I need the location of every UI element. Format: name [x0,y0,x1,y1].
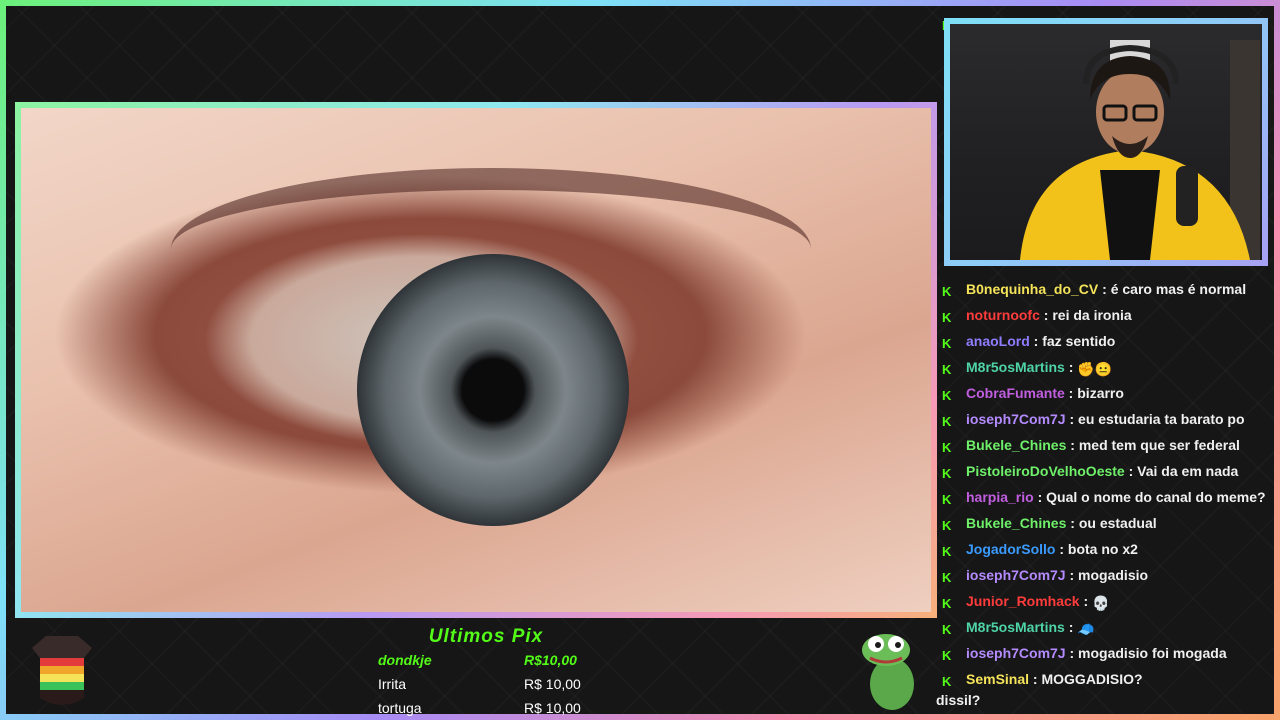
chat-message: Kioseph7Com7J : mogadisio foi mogada [942,640,1227,666]
kick-badge-icon: K [942,648,952,663]
latest-pix-panel: Ultimos Pix dondkje R$10,00 Irrita R$ 10… [366,626,606,718]
chat-message: Knoturnoofc : rei da ironia [942,302,1132,328]
chat-text: eu estudaria ta barato po [1078,411,1245,427]
chat-message: K PistoleiroDoVelhoOeste : Vai da em nada [942,458,1238,484]
kick-badge-icon: K [942,544,952,559]
eye-iris [357,254,629,526]
chat-text: MOGGADISIO? [1041,671,1143,687]
chat-text: med tem que ser federal [1078,437,1240,453]
chat-separator: : [1055,541,1068,557]
chat-message: Kioseph7Com7J : eu estudaria ta barato p… [942,406,1245,432]
chat-message: KanaoLord : faz sentido [942,328,1115,354]
pix-title: Ultimos Pix [428,626,544,647]
pix-value: R$ 10,00 [524,676,581,692]
chat-username[interactable]: B0nequinha_do_CV [966,281,1098,297]
chat-separator: : [1029,333,1043,349]
kick-badge-icon: K [942,492,952,507]
kick-badge-icon: K [942,466,952,481]
eye-closeup-video[interactable] [21,108,931,612]
kick-badge-icon: K [942,284,952,299]
chat-message: K Bukele_Chines : med tem que ser federal [942,432,1240,458]
main-video-frame [15,102,937,618]
chat-text: faz sentido [1042,333,1116,349]
kick-badge-icon: K [942,362,952,377]
kick-badge-icon: K [942,440,952,455]
streamer-silhouette [1020,40,1260,260]
chat-username[interactable]: PistoleiroDoVelhoOeste [966,463,1125,479]
pix-value: R$ 10,00 [524,700,581,716]
kick-badge-icon: K [942,596,952,611]
chat-separator: : [1065,645,1079,661]
kick-badge-icon: K [942,414,952,429]
chat-text: Vai da em nada [1137,463,1239,479]
chat-emote: 🧢 [1077,621,1095,637]
chat-separator: : [1064,619,1078,635]
chat-username[interactable]: Junior_Romhack [966,593,1080,609]
chat-message: K B0nequinha_do_CV : é caro mas é normal [942,276,1246,302]
stream-overlay-frame: Ultimos Pix dondkje R$10,00 Irrita R$ 10… [0,0,1280,720]
overlay-background: Ultimos Pix dondkje R$10,00 Irrita R$ 10… [6,6,1274,716]
rainbow-mascot-icon [32,636,92,705]
chat-text: bota no x2 [1067,541,1138,557]
chat-separator: : [1098,281,1111,297]
webcam-feed[interactable] [950,24,1262,260]
pix-header-name: dondkje [378,652,432,668]
chat-text: bizarro [1077,385,1124,401]
chat-text: rei da ironia [1052,307,1132,323]
chat-separator: : [1065,567,1079,583]
chat-separator: : [1065,411,1079,427]
chat-separator: : [1064,359,1078,375]
kick-badge-icon: K [942,310,952,325]
pix-name: tortuga [378,700,422,716]
webcam-frame [944,18,1268,266]
chat-username[interactable]: noturnoofc [966,307,1040,323]
chat-username[interactable]: ioseph7Com7J [966,411,1066,427]
pix-name: Irrita [378,676,406,692]
chat-message: K M8r5osMartins : 🧢 [942,614,1095,640]
chat-message: K JogadorSollo : bota no x2 [942,536,1138,562]
chat-separator: : [1039,307,1053,323]
chat-emote: 💀 [1092,595,1110,611]
pix-header-value: R$10,00 [524,652,577,668]
chat-text: Qual o nome do canal do meme? [1046,489,1266,505]
chat-separator: : [1033,489,1047,505]
chat-message: K Bukele_Chines : ou estadual [942,510,1157,536]
chat-message: K CobraFumante : bizarro [942,380,1124,406]
chat-separator: : [1064,385,1078,401]
chat-username[interactable]: JogadorSollo [966,541,1055,557]
chat-message: Kioseph7Com7J : mogadisio [942,562,1148,588]
chat-username[interactable]: ioseph7Com7J [966,567,1066,583]
kick-badge-icon: K [942,518,952,533]
chat-username[interactable]: ioseph7Com7J [966,645,1066,661]
kick-badge-icon: K [942,336,952,351]
kick-badge-icon: K [942,570,952,585]
chat-separator: : [1124,463,1138,479]
chat-partial-message: dissil? [936,692,981,708]
chat-text: ou estadual [1078,515,1157,531]
chat-username[interactable]: Bukele_Chines [966,437,1066,453]
kick-badge-icon: K [942,622,952,637]
chat-emote: ✊😐 [1077,361,1113,377]
chat-username[interactable]: SemSinal [966,671,1029,687]
pepe-frog-icon [862,634,914,710]
kick-badge-icon: K [942,674,952,689]
chat-username[interactable]: M8r5osMartins [966,359,1065,375]
chat-separator: : [1066,437,1079,453]
chat-username[interactable]: harpia_rio [966,489,1034,505]
chat-separator: : [1066,515,1079,531]
chat-username[interactable]: anaoLord [966,333,1030,349]
chat-text: mogadisio foi mogada [1078,645,1227,661]
chat-separator: : [1029,671,1042,687]
chat-message: K M8r5osMartins : ✊😐 [942,354,1112,380]
kick-badge-icon: K [942,388,952,403]
chat-separator: : [1079,593,1093,609]
chat-username[interactable]: M8r5osMartins [966,619,1065,635]
chat-message: K Junior_Romhack : 💀 [942,588,1109,614]
chat-text: é caro mas é normal [1110,281,1247,297]
chat-username[interactable]: Bukele_Chines [966,515,1066,531]
chat-username[interactable]: CobraFumante [966,385,1065,401]
chat-text: mogadisio [1078,567,1149,583]
chat-message: Kharpia_rio : Qual o nome do canal do me… [942,484,1266,510]
chat-message: K SemSinal : MOGGADISIO? [942,666,1143,692]
